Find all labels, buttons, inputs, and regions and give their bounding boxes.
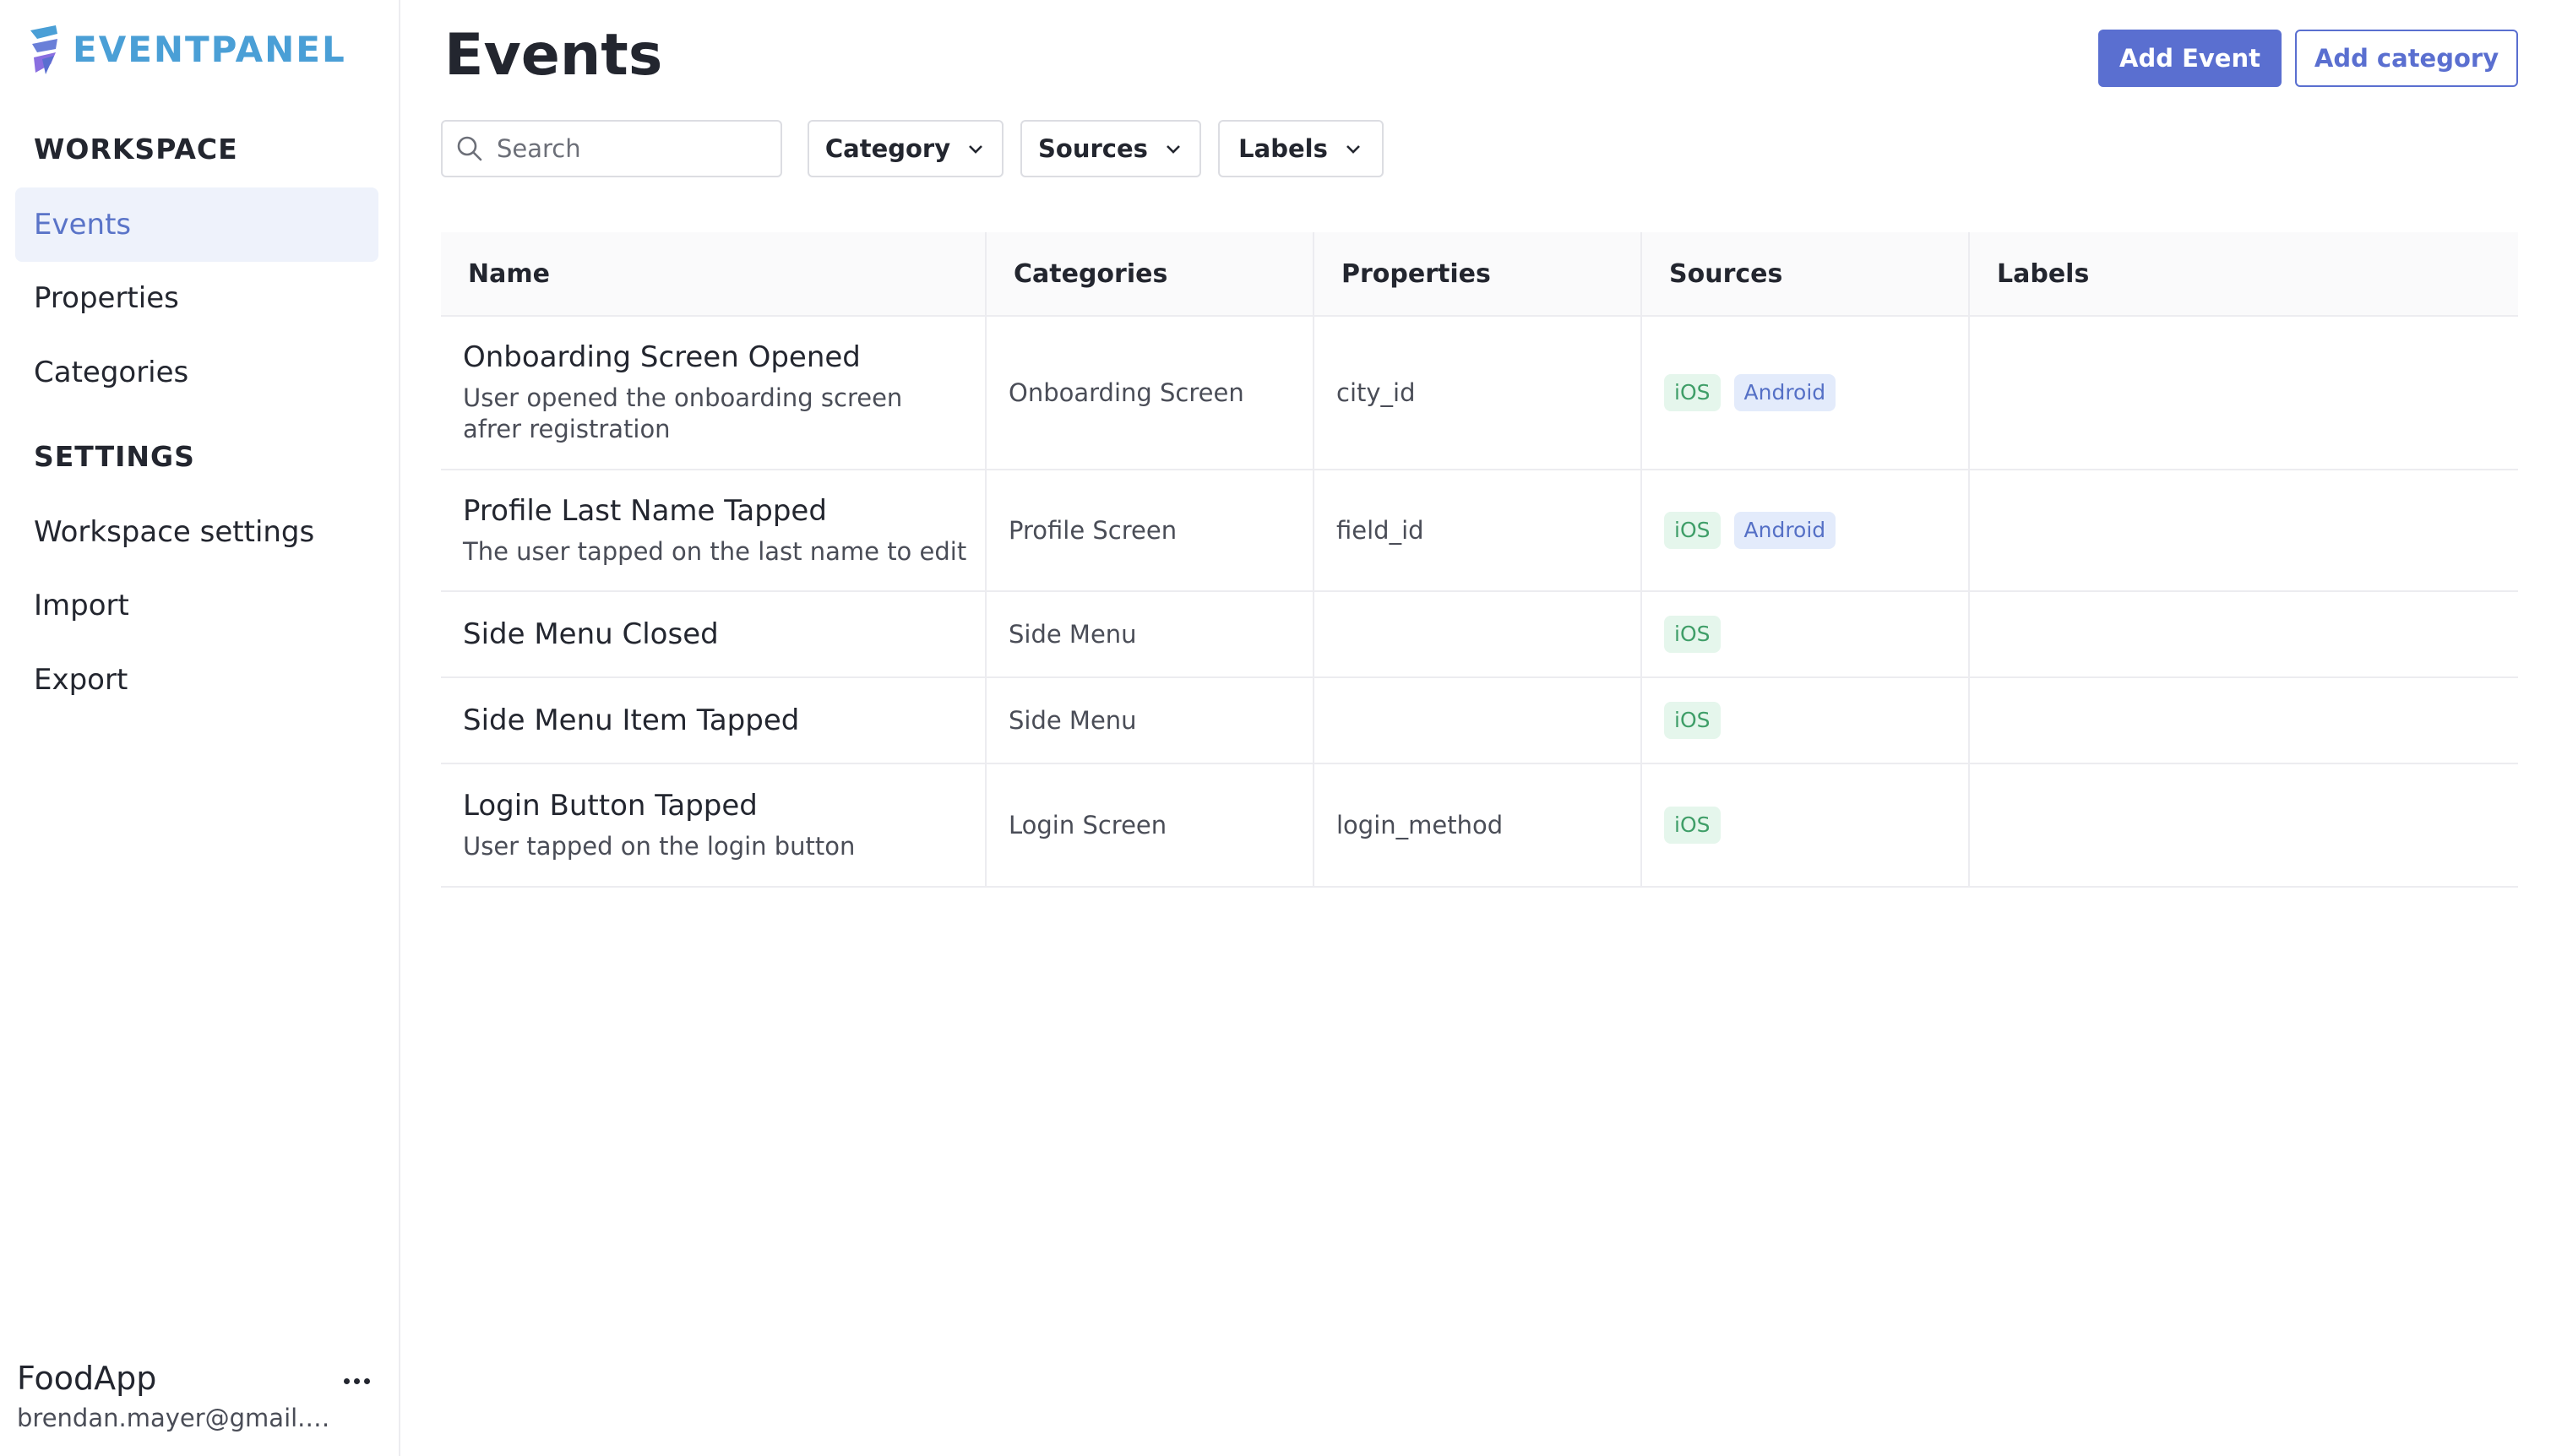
- table-row[interactable]: Onboarding Screen Opened User opened the…: [441, 317, 2518, 470]
- add-event-button[interactable]: Add Event: [2098, 30, 2282, 87]
- source-badge-ios: iOS: [1664, 512, 1721, 549]
- labels-filter-label: Labels: [1238, 134, 1328, 163]
- column-header-labels[interactable]: Labels: [1970, 232, 2518, 315]
- event-category: Login Screen: [987, 764, 1314, 886]
- source-badge-ios: iOS: [1664, 374, 1721, 411]
- event-sources: iOS Android: [1642, 470, 1970, 590]
- sources-filter-dropdown[interactable]: Sources: [1020, 120, 1201, 177]
- event-property: field_id: [1314, 470, 1642, 590]
- source-badge-ios: iOS: [1664, 616, 1721, 653]
- table-row[interactable]: Profile Last Name Tapped The user tapped…: [441, 470, 2518, 592]
- table-row[interactable]: Side Menu Item Tapped Side Menu iOS: [441, 678, 2518, 764]
- labels-filter-dropdown[interactable]: Labels: [1218, 120, 1384, 177]
- event-sources: iOS: [1642, 678, 1970, 763]
- chevron-down-icon: [1167, 145, 1180, 154]
- event-name-cell: Login Button Tapped User tapped on the l…: [441, 764, 987, 886]
- table-header: Name Categories Properties Sources Label…: [441, 232, 2518, 317]
- column-header-sources[interactable]: Sources: [1642, 232, 1970, 315]
- sidebar-item-events[interactable]: Events: [15, 187, 378, 262]
- event-name[interactable]: Login Button Tapped: [463, 789, 758, 823]
- event-name-cell: Profile Last Name Tapped The user tapped…: [441, 470, 987, 590]
- add-category-button[interactable]: Add category: [2295, 30, 2518, 87]
- search-input[interactable]: [497, 134, 767, 163]
- page-title: Events: [444, 22, 663, 89]
- sidebar: EVENTPANEL WORKSPACE Events Properties C…: [0, 0, 400, 1456]
- sidebar-item-properties[interactable]: Properties: [15, 261, 378, 335]
- event-name[interactable]: Profile Last Name Tapped: [463, 494, 827, 528]
- category-filter-label: Category: [824, 134, 951, 163]
- events-table: Name Categories Properties Sources Label…: [441, 232, 2518, 888]
- source-badge-android: Android: [1733, 512, 1836, 549]
- sidebar-item-export[interactable]: Export: [15, 643, 378, 717]
- chevron-down-icon: [1346, 145, 1360, 154]
- main-content: Events Add Event Add category Category S…: [400, 0, 2551, 1456]
- column-header-categories[interactable]: Categories: [987, 232, 1314, 315]
- settings-section-title: SETTINGS: [34, 440, 195, 473]
- event-description: User opened the onboarding screen afrer …: [463, 383, 903, 443]
- sidebar-item-workspace-settings[interactable]: Workspace settings: [15, 495, 378, 569]
- event-labels: [1970, 678, 2518, 763]
- search-box[interactable]: [441, 120, 782, 177]
- source-badge-android: Android: [1733, 374, 1836, 411]
- category-filter-dropdown[interactable]: Category: [808, 120, 1004, 177]
- event-sources: iOS: [1642, 592, 1970, 676]
- column-header-properties[interactable]: Properties: [1314, 232, 1642, 315]
- sidebar-item-categories[interactable]: Categories: [15, 335, 378, 410]
- search-icon: [457, 136, 482, 161]
- event-category: Side Menu: [987, 592, 1314, 676]
- source-badge-ios: iOS: [1664, 702, 1721, 739]
- chevron-down-icon: [969, 145, 983, 154]
- table-row[interactable]: Login Button Tapped User tapped on the l…: [441, 764, 2518, 888]
- brand-name: EVENTPANEL: [73, 28, 346, 70]
- event-category: Profile Screen: [987, 470, 1314, 590]
- column-header-name[interactable]: Name: [441, 232, 987, 315]
- more-horizontal-icon[interactable]: [338, 1368, 375, 1394]
- event-name-cell: Onboarding Screen Opened User opened the…: [441, 317, 987, 469]
- event-property: login_method: [1314, 764, 1642, 886]
- account-switcher[interactable]: FoodApp brendan.mayer@gmail.c...: [17, 1360, 382, 1432]
- event-sources: iOS: [1642, 764, 1970, 886]
- event-name-cell: Side Menu Item Tapped: [441, 678, 987, 763]
- event-sources: iOS Android: [1642, 317, 1970, 469]
- workspace-name: FoodApp: [17, 1360, 157, 1397]
- eventpanel-logo-icon: [30, 25, 57, 74]
- sidebar-item-import[interactable]: Import: [15, 568, 378, 643]
- event-labels: [1970, 592, 2518, 676]
- event-name-cell: Side Menu Closed: [441, 592, 987, 676]
- event-labels: [1970, 317, 2518, 469]
- source-badge-ios: iOS: [1664, 807, 1721, 844]
- event-description: User tapped on the login button: [463, 831, 856, 861]
- event-property: city_id: [1314, 317, 1642, 469]
- event-name[interactable]: Side Menu Item Tapped: [463, 704, 799, 737]
- event-property: [1314, 592, 1642, 676]
- user-email: brendan.mayer@gmail.c...: [17, 1404, 338, 1432]
- event-property: [1314, 678, 1642, 763]
- brand[interactable]: EVENTPANEL: [25, 22, 346, 76]
- workspace-section-title: WORKSPACE: [34, 133, 238, 166]
- event-labels: [1970, 470, 2518, 590]
- event-description: The user tapped on the last name to edit: [463, 536, 967, 566]
- event-labels: [1970, 764, 2518, 886]
- event-name[interactable]: Onboarding Screen Opened: [463, 340, 861, 374]
- event-category: Onboarding Screen: [987, 317, 1314, 469]
- table-row[interactable]: Side Menu Closed Side Menu iOS: [441, 592, 2518, 678]
- event-category: Side Menu: [987, 678, 1314, 763]
- sources-filter-label: Sources: [1038, 134, 1148, 163]
- event-name[interactable]: Side Menu Closed: [463, 617, 719, 651]
